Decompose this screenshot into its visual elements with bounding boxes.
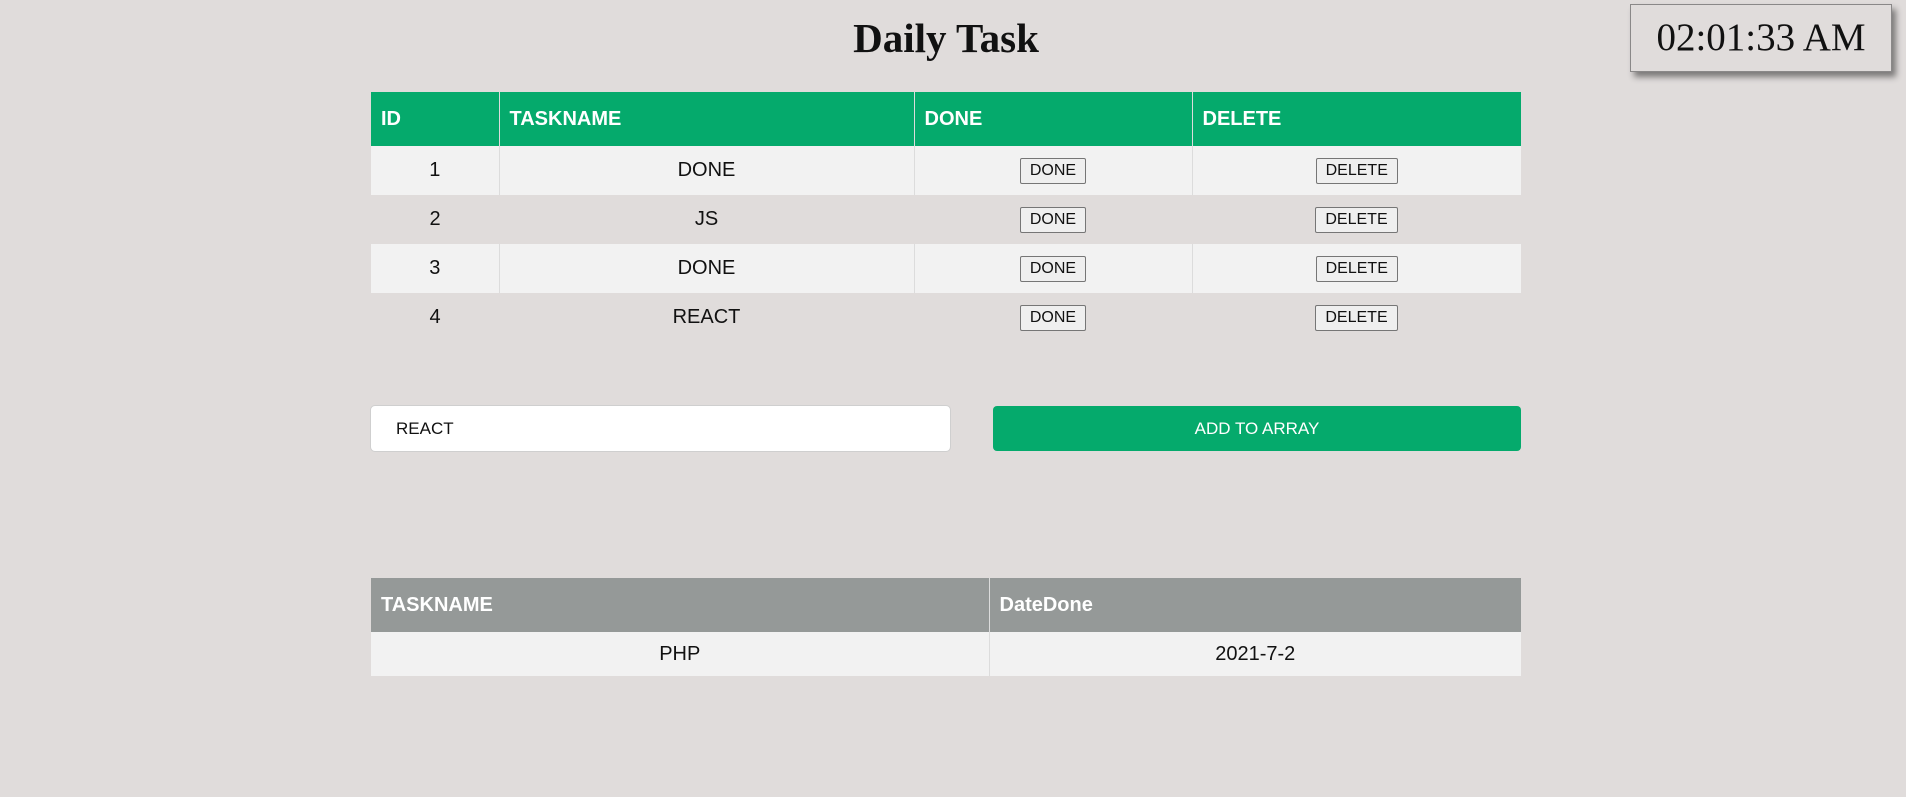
task-table-header: ID TASKNAME DONE DELETE [371,92,1521,146]
column-header-taskname: TASKNAME [499,92,915,146]
delete-button[interactable]: DELETE [1315,255,1398,282]
delete-cell: DELETE [1192,146,1521,195]
table-row: PHP 2021-7-2 [371,632,1521,676]
task-name: REACT [499,293,914,342]
task-id: 1 [371,146,500,195]
delete-button[interactable]: DELETE [1315,157,1398,184]
task-table: ID TASKNAME DONE DELETE 1 DONE DONE DELE… [371,92,1521,342]
task-name: JS [499,195,914,244]
date-done: 2021-7-2 [989,632,1521,676]
delete-cell: DELETE [1192,195,1521,244]
done-cell: DONE [914,146,1193,195]
done-table: TASKNAME DateDone PHP 2021-7-2 [371,578,1521,676]
delete-cell: DELETE [1192,293,1521,342]
task-id: 3 [371,244,500,293]
task-name: DONE [499,146,915,195]
done-button[interactable]: DONE [1019,206,1087,233]
table-row: 1 DONE DONE DELETE [371,146,1521,195]
task-id: 4 [371,293,499,342]
add-to-array-button[interactable]: ADD TO ARRAY [993,406,1521,451]
table-row: 4 REACT DONE DELETE [371,293,1521,342]
column-header-id: ID [371,92,500,146]
column-header-date-done: DateDone [989,578,1521,632]
column-header-taskname: TASKNAME [371,578,990,632]
task-id: 2 [371,195,499,244]
task-name: DONE [499,244,915,293]
done-button[interactable]: DONE [1019,304,1087,331]
done-cell: DONE [914,195,1192,244]
task-input[interactable] [370,405,951,452]
delete-cell: DELETE [1192,244,1521,293]
done-button[interactable]: DONE [1019,255,1087,282]
done-cell: DONE [914,244,1193,293]
page: Daily Task 02:01:33 AM ID TASKNAME DONE … [0,0,1906,797]
column-header-done: DONE [914,92,1193,146]
done-task-name: PHP [371,632,990,676]
done-table-header: TASKNAME DateDone [371,578,1521,632]
clock: 02:01:33 AM [1630,4,1892,72]
done-cell: DONE [914,293,1192,342]
column-header-delete: DELETE [1192,92,1521,146]
page-title: Daily Task [853,15,1039,61]
delete-button[interactable]: DELETE [1315,304,1398,331]
done-button[interactable]: DONE [1019,157,1087,184]
table-row: 3 DONE DONE DELETE [371,244,1521,293]
delete-button[interactable]: DELETE [1315,206,1398,233]
table-row: 2 JS DONE DELETE [371,195,1521,244]
